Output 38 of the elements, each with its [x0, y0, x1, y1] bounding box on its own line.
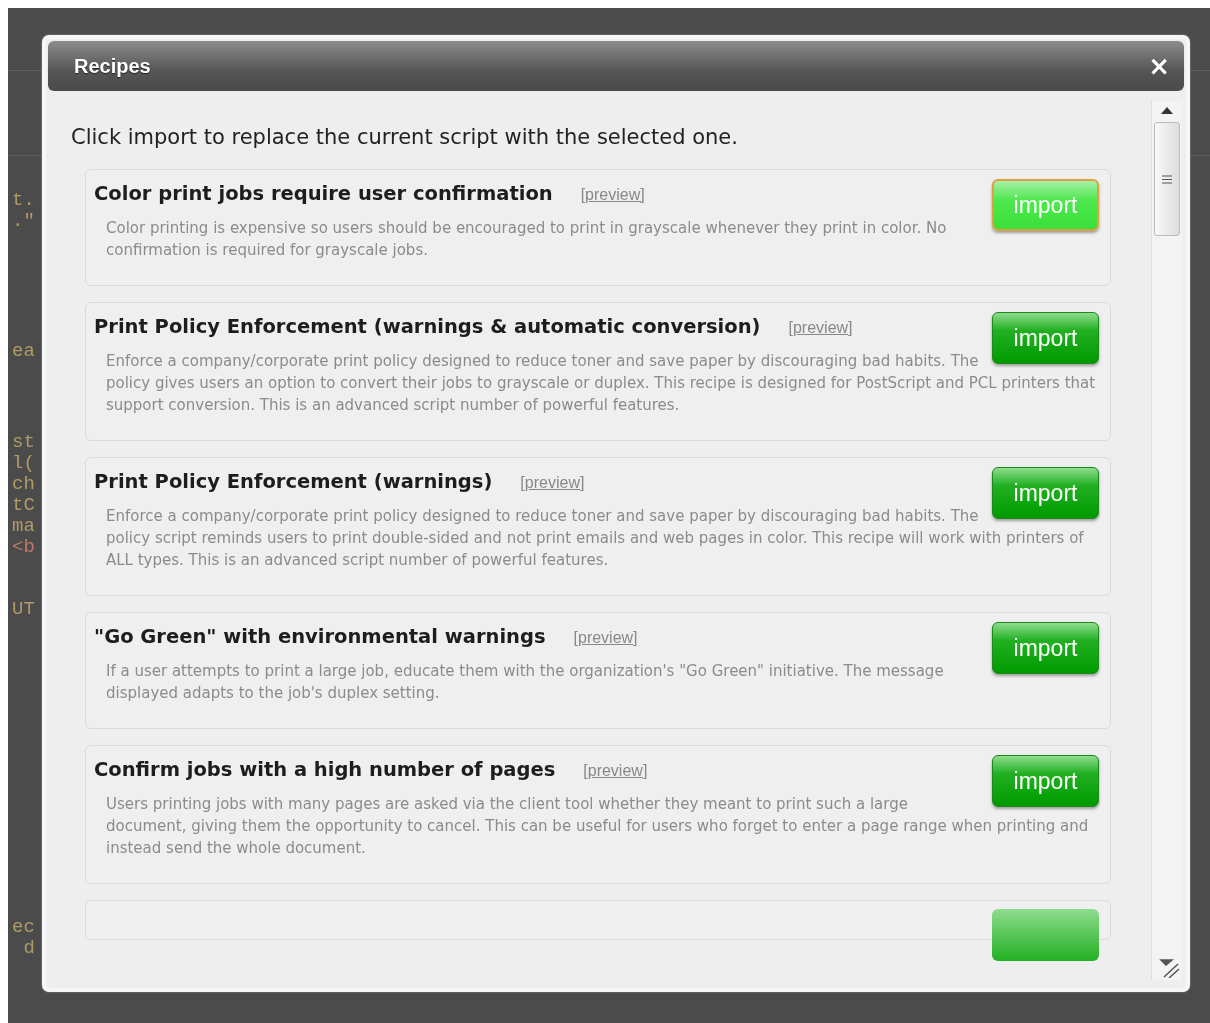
- recipe-title: Print Policy Enforcement (warnings): [94, 470, 493, 493]
- code-fragment: tC: [12, 495, 35, 516]
- preview-link[interactable]: [preview]: [788, 319, 853, 337]
- code-fragment: ch: [12, 474, 35, 495]
- recipe-title: Confirm jobs with a high number of pages: [94, 758, 556, 781]
- recipe-description: If a user attempts to print a large job, educate them with the organization's "Go Green" initiative. The message displayed adapts to the job's duplex setting.: [106, 661, 945, 704]
- import-button[interactable]: import: [992, 467, 1099, 519]
- code-fragment: t.: [12, 190, 35, 211]
- recipe-title: Print Policy Enforcement (warnings & automatic conversion): [94, 315, 761, 338]
- scroll-thumb[interactable]: [1154, 122, 1180, 236]
- code-fragment: .": [12, 211, 35, 232]
- code-fragment: UT: [12, 599, 35, 620]
- resize-grip-icon[interactable]: [1158, 958, 1180, 978]
- code-fragment: st: [12, 432, 35, 453]
- import-button[interactable]: import: [992, 179, 1099, 231]
- scrollbar[interactable]: [1151, 101, 1182, 980]
- preview-link[interactable]: [preview]: [573, 629, 638, 647]
- code-fragment: ma: [12, 516, 35, 537]
- close-button[interactable]: ×: [1146, 53, 1172, 79]
- recipe-title: Color print jobs require user confirmation: [94, 182, 553, 205]
- import-button[interactable]: import: [992, 755, 1099, 807]
- dialog-title: Recipes: [74, 54, 151, 78]
- recipe-title: "Go Green" with environmental warnings: [94, 625, 546, 648]
- code-fragment: ea: [12, 341, 35, 362]
- code-fragment: l(: [12, 453, 35, 474]
- preview-link[interactable]: [preview]: [583, 762, 648, 780]
- intro-text: Click import to replace the current script with the selected one.: [71, 125, 739, 149]
- grip-icon: [1162, 174, 1172, 184]
- import-button[interactable]: [992, 909, 1099, 961]
- preview-link[interactable]: [preview]: [580, 186, 645, 204]
- recipe-description: Color printing is expensive so users should be encouraged to print in grayscale whenever they print in color. No confirmation is required for grayscale jobs.: [106, 218, 948, 261]
- code-fragment: ec: [12, 917, 35, 938]
- scroll-up-icon[interactable]: [1161, 107, 1173, 114]
- import-button[interactable]: import: [992, 622, 1099, 674]
- code-fragment: d: [22, 938, 35, 959]
- preview-link[interactable]: [preview]: [520, 474, 585, 492]
- import-button[interactable]: import: [992, 312, 1099, 364]
- code-fragment: <b: [12, 537, 35, 558]
